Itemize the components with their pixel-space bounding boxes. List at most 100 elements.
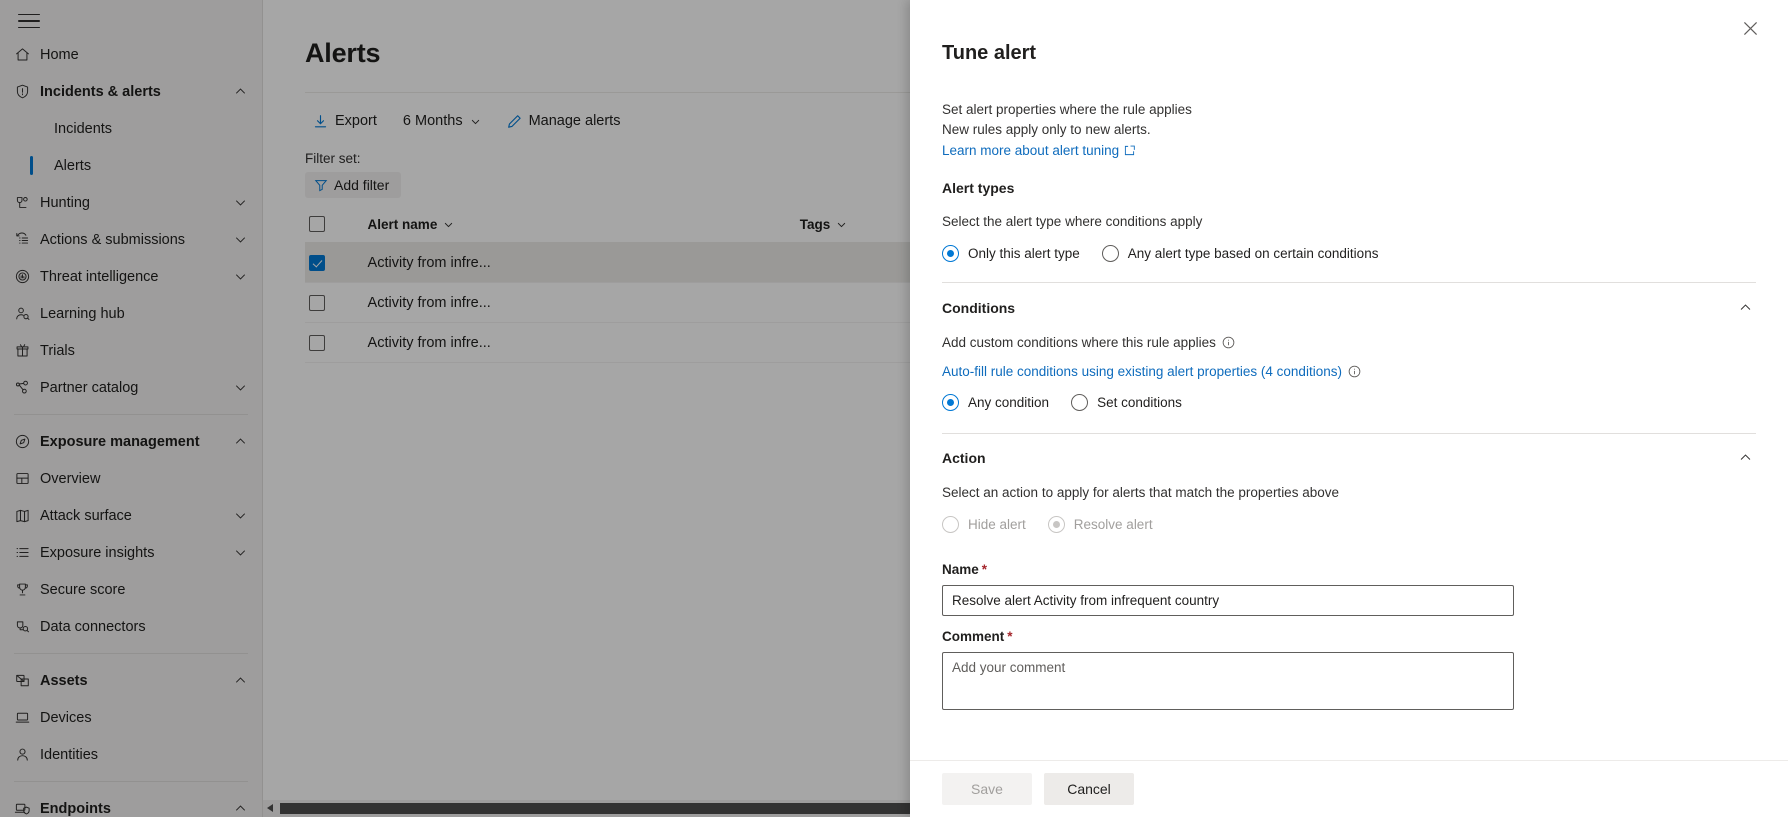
sidebar-item-identities[interactable]: Identities [0,736,262,773]
radio-any-alert-type[interactable]: Any alert type based on certain conditio… [1102,245,1379,262]
sidebar-divider [14,653,248,654]
sidebar-item-trials[interactable]: Trials [0,332,262,369]
select-all-header [305,210,364,243]
action-description: Select an action to apply for alerts tha… [942,483,1756,503]
chevron-down-icon[interactable] [470,116,481,127]
horizontal-scrollbar[interactable] [263,800,910,817]
sidebar-item-actions-submissions[interactable]: Actions & submissions [0,221,262,258]
add-filter-button[interactable]: Add filter [305,172,401,198]
hamburger-icon[interactable] [18,14,40,30]
download-icon [313,114,328,129]
data-connectors-icon [14,618,40,635]
intro-line-1: Set alert properties where the rule appl… [942,100,1756,120]
sidebar-item-label: Secure score [40,582,232,598]
learn-more-link-label: Learn more about alert tuning [942,143,1119,158]
chevron-down-icon[interactable] [232,270,248,283]
app-root: HomeIncidents & alertsIncidents Alerts Hun… [0,0,1788,817]
command-export[interactable]: Export [305,108,385,134]
chevron-down-icon[interactable] [836,219,847,230]
cell-alert-name[interactable]: Activity from infre... [364,243,796,283]
scrollbar-thumb[interactable] [280,803,910,814]
radio-only-this-alert-type[interactable]: Only this alert type [942,245,1080,262]
sidebar-items: HomeIncidents & alertsIncidents Alerts Hun… [0,36,262,817]
row-checkbox[interactable] [309,335,325,351]
chevron-up-icon[interactable] [232,435,248,448]
chevron-up-icon[interactable] [232,674,248,687]
chevron-down-icon[interactable] [232,546,248,559]
hunting-icon [14,194,40,211]
chevron-down-icon[interactable] [232,196,248,209]
row-select-cell [305,243,364,283]
chevron-down-icon[interactable] [232,509,248,522]
comment-field-label: Comment* [942,629,1756,644]
info-icon[interactable] [1222,336,1235,349]
name-input[interactable] [942,585,1514,616]
name-field-label: Name* [942,562,1756,577]
row-checkbox[interactable] [309,255,325,271]
conditions-collapse-chevron-up-icon[interactable] [1735,297,1756,318]
chevron-down-icon[interactable] [443,219,454,230]
cell-alert-name[interactable]: Activity from infre... [364,323,796,363]
sidebar-item-data-connectors[interactable]: Data connectors [0,608,262,645]
conditions-heading: Conditions [942,300,1015,316]
command-label: 6 Months [403,113,463,129]
radio-resolve-alert: Resolve alert [1048,516,1153,533]
sidebar-item-assets[interactable]: Assets [0,662,262,699]
learn-more-link[interactable]: Learn more about alert tuning [942,143,1135,158]
chevron-down-icon[interactable] [232,381,248,394]
shield-alert-icon [14,83,40,100]
chevron-down-icon[interactable] [232,233,248,246]
save-button[interactable]: Save [942,773,1032,805]
sidebar-item-label: Trials [40,343,232,359]
radio-label: Set conditions [1097,395,1182,410]
scroll-left-arrow-icon[interactable] [267,804,273,812]
autofill-conditions-link[interactable]: Auto-fill rule conditions using existing… [942,364,1342,379]
radio-indicator [942,516,959,533]
sidebar-item-devices[interactable]: Devices [0,699,262,736]
column-header-alert-name[interactable]: Alert name [364,210,796,243]
sidebar-item-home[interactable]: Home [0,36,262,73]
cell-alert-name[interactable]: Activity from infre... [364,283,796,323]
sidebar-item-threat-intelligence[interactable]: Threat intelligence [0,258,262,295]
sidebar-item-incidents-alerts[interactable]: Incidents & alerts [0,73,262,110]
autofill-info-icon[interactable] [1348,365,1361,378]
sidebar-item-label: Learning hub [40,306,232,322]
flyout-footer: Save Cancel [910,760,1788,817]
command-manage-alerts[interactable]: Manage alerts [499,108,629,134]
sidebar-item-exposure-insights[interactable]: Exposure insights [0,534,262,571]
radio-indicator [1071,394,1088,411]
action-collapse-chevron-up-icon[interactable] [1735,447,1756,468]
sidebar-item-alerts[interactable]: Alerts [0,147,262,184]
divider-1 [942,282,1756,283]
row-checkbox[interactable] [309,295,325,311]
name-required-marker: * [982,562,987,577]
radio-set-conditions[interactable]: Set conditions [1071,394,1182,411]
cancel-button[interactable]: Cancel [1044,773,1134,805]
autofill-conditions-label: Auto-fill rule conditions using existing… [942,364,1342,379]
overview-icon [14,470,40,487]
sidebar-divider [14,781,248,782]
sidebar-item-learning-hub[interactable]: Learning hub [0,295,262,332]
conditions-description-row: Add custom conditions where this rule ap… [942,333,1756,353]
sidebar-item-endpoints[interactable]: Endpoints [0,790,262,817]
chevron-up-icon[interactable] [232,85,248,98]
sidebar-item-label: Exposure insights [40,545,232,561]
sidebar-item-attack-surface[interactable]: Attack surface [0,497,262,534]
column-header-label: Tags [800,217,831,232]
select-all-checkbox[interactable] [309,216,325,232]
radio-any-condition[interactable]: Any condition [942,394,1049,411]
sidebar-item-hunting[interactable]: Hunting [0,184,262,221]
sidebar-item-incidents[interactable]: Incidents [0,110,262,147]
endpoints-icon [14,800,40,817]
comment-textarea[interactable] [942,652,1514,710]
sidebar-item-partner-catalog[interactable]: Partner catalog [0,369,262,406]
sidebar-item-label: Alerts [54,158,232,174]
sidebar-item-label: Data connectors [40,619,232,635]
radio-label: Any alert type based on certain conditio… [1128,246,1379,261]
sidebar-item-secure-score[interactable]: Secure score [0,571,262,608]
command-time-range[interactable]: 6 Months [395,108,489,134]
sidebar-item-exposure-management[interactable]: Exposure management [0,423,262,460]
chevron-up-icon[interactable] [232,802,248,815]
external-link-icon [1124,145,1135,156]
sidebar-item-overview[interactable]: Overview [0,460,262,497]
